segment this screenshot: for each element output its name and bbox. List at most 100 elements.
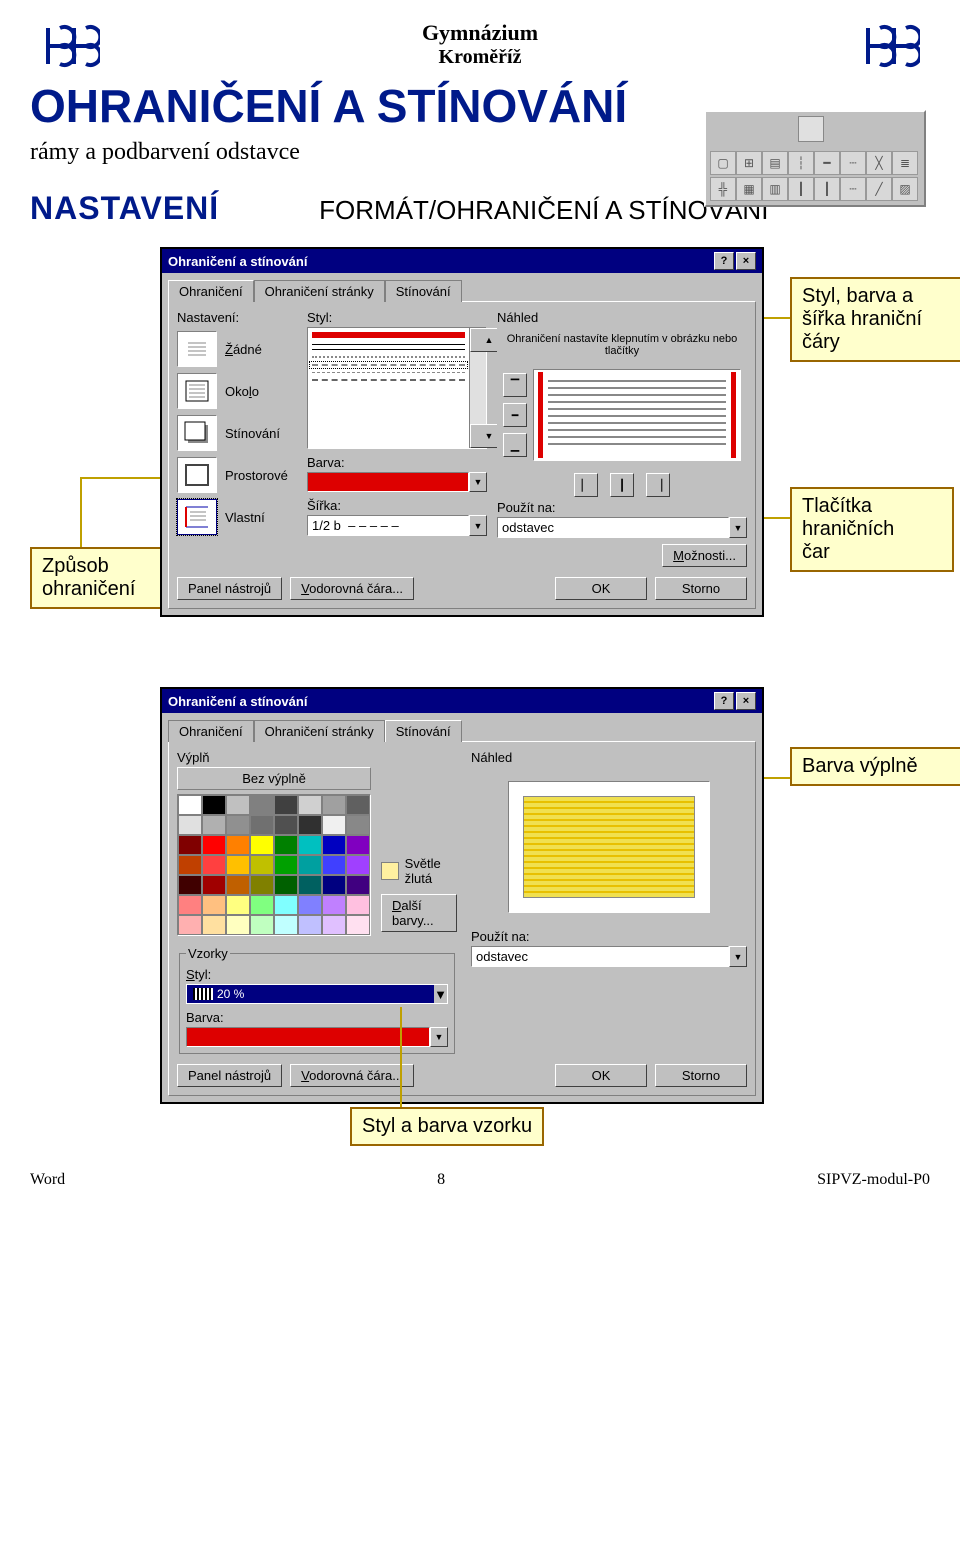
palette-swatch[interactable] [346,915,370,935]
toolbar-outer-border-icon[interactable] [798,116,824,142]
option-none[interactable]: Žádné [177,331,297,367]
help-button[interactable]: ? [714,692,734,710]
palette-swatch[interactable] [274,875,298,895]
palette-swatch[interactable] [346,815,370,835]
color-palette[interactable] [177,794,371,936]
palette-swatch[interactable] [202,795,226,815]
palette-swatch[interactable] [250,835,274,855]
cancel-button2[interactable]: Storno [655,1064,747,1087]
palette-swatch[interactable] [226,895,250,915]
width-dropdown[interactable]: 1/2 b – – – – – ▼ [307,515,487,536]
palette-swatch[interactable] [226,815,250,835]
option-box[interactable]: Okolo [177,373,297,409]
ok-button2[interactable]: OK [555,1064,647,1087]
toolbar-border-icon[interactable]: ━ [814,151,840,175]
palette-swatch[interactable] [346,835,370,855]
toolbar-border-icon[interactable]: ┃ [814,177,840,201]
edge-mid-button[interactable]: ━ [503,403,527,427]
palette-swatch[interactable] [226,875,250,895]
ok-button[interactable]: OK [555,577,647,600]
palette-swatch[interactable] [226,915,250,935]
toolbar-border-icon[interactable]: ▨ [892,177,918,201]
palette-swatch[interactable] [346,795,370,815]
palette-swatch[interactable] [274,915,298,935]
palette-swatch[interactable] [298,855,322,875]
palette-swatch[interactable] [178,915,202,935]
toolbar-button2[interactable]: Panel nástrojů [177,1064,282,1087]
toolbar-border-icon[interactable]: ▦ [736,177,762,201]
toolbar-border-icon[interactable]: ╳ [866,151,892,175]
toolbar-border-icon[interactable]: ┆ [788,151,814,175]
palette-swatch[interactable] [322,915,346,935]
options-button[interactable]: Možnosti... [662,544,747,567]
palette-swatch[interactable] [202,815,226,835]
chevron-down-icon[interactable]: ▼ [469,515,487,536]
palette-swatch[interactable] [274,795,298,815]
toolbar-button[interactable]: Panel nástrojů [177,577,282,600]
toolbar-border-icon[interactable]: ▥ [762,177,788,201]
palette-swatch[interactable] [346,895,370,915]
horizontal-line-button2[interactable]: Vodorovná čára... [290,1064,414,1087]
palette-swatch[interactable] [250,895,274,915]
tab-ohraniceni[interactable]: Ohraničení [168,720,254,742]
close-button[interactable]: × [736,692,756,710]
palette-swatch[interactable] [202,895,226,915]
help-button[interactable]: ? [714,252,734,270]
option-3d[interactable]: Prostorové [177,457,297,493]
toolbar-border-icon[interactable]: ⊞ [736,151,762,175]
dialog-titlebar[interactable]: Ohraničení a stínování ? × [162,689,762,713]
toolbar-border-icon[interactable]: ≣ [892,151,918,175]
style-listbox[interactable]: ▲ ▼ [307,327,487,449]
palette-swatch[interactable] [298,895,322,915]
toolbar-border-icon[interactable]: ╱ [866,177,892,201]
no-fill-option[interactable]: Bez výplně [177,767,371,790]
edge-top-button[interactable]: ▔ [503,373,527,397]
apply-to-dropdown[interactable]: odstavec ▼ [497,517,747,538]
tab-stinovani[interactable]: Stínování [385,280,462,302]
edge-bottom-button[interactable]: ▁ [503,433,527,457]
chevron-down-icon[interactable]: ▼ [430,1027,448,1047]
palette-swatch[interactable] [178,855,202,875]
palette-swatch[interactable] [202,835,226,855]
horizontal-line-button[interactable]: Vodorovná čára... [290,577,414,600]
pattern-color-dropdown[interactable]: ▼ [186,1027,448,1047]
palette-swatch[interactable] [226,855,250,875]
option-shadow[interactable]: Stínování [177,415,297,451]
palette-swatch[interactable] [274,835,298,855]
palette-swatch[interactable] [250,855,274,875]
toolbar-border-icon[interactable]: ╬ [710,177,736,201]
toolbar-border-icon[interactable]: ┃ [788,177,814,201]
color-dropdown[interactable]: ▼ [307,472,487,492]
palette-swatch[interactable] [346,855,370,875]
palette-swatch[interactable] [322,815,346,835]
apply-to-dropdown2[interactable]: odstavec ▼ [471,946,747,967]
palette-swatch[interactable] [178,795,202,815]
chevron-down-icon[interactable]: ▼ [434,987,447,1002]
palette-swatch[interactable] [226,835,250,855]
chevron-down-icon[interactable]: ▼ [729,517,747,538]
close-button[interactable]: × [736,252,756,270]
palette-swatch[interactable] [298,795,322,815]
tab-ohraniceni-stranky[interactable]: Ohraničení stránky [254,280,385,302]
palette-swatch[interactable] [322,875,346,895]
edge-vmid-button[interactable]: ┃ [610,473,634,497]
palette-swatch[interactable] [298,835,322,855]
palette-swatch[interactable] [178,815,202,835]
palette-swatch[interactable] [178,835,202,855]
palette-swatch[interactable] [202,915,226,935]
palette-swatch[interactable] [322,895,346,915]
option-custom[interactable]: Vlastní [177,499,297,535]
toolbar-border-icon[interactable]: ▢ [710,151,736,175]
palette-swatch[interactable] [322,835,346,855]
palette-swatch[interactable] [274,855,298,875]
chevron-down-icon[interactable]: ▼ [469,472,487,492]
palette-swatch[interactable] [178,875,202,895]
palette-swatch[interactable] [250,795,274,815]
toolbar-border-icon[interactable]: ┄ [840,177,866,201]
toolbar-border-icon[interactable]: ┄ [840,151,866,175]
palette-swatch[interactable] [346,875,370,895]
palette-swatch[interactable] [226,795,250,815]
palette-swatch[interactable] [322,795,346,815]
palette-swatch[interactable] [274,895,298,915]
edge-left-button[interactable]: ▏ [574,473,598,497]
